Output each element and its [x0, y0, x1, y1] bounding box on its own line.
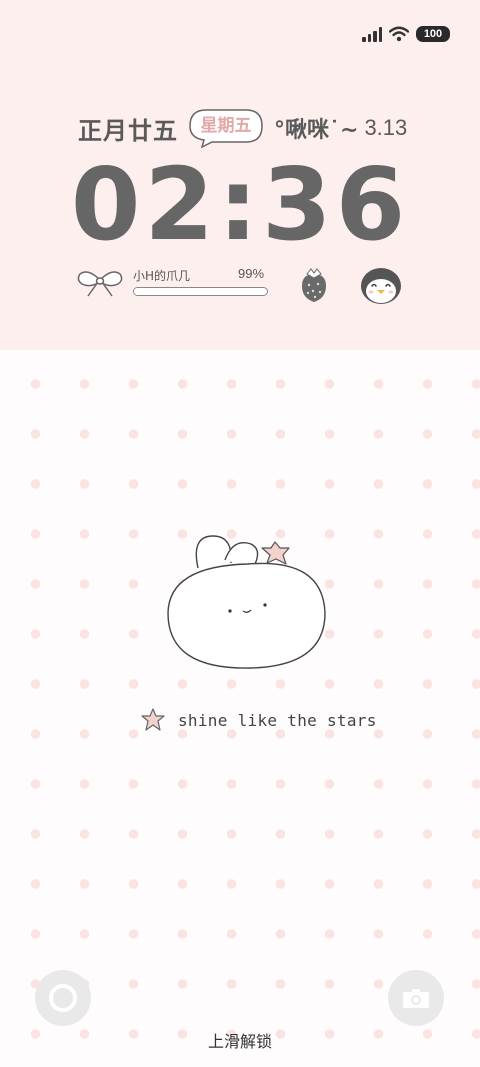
status-bar: 100 — [362, 25, 450, 43]
camera-shortcut-button[interactable] — [388, 970, 444, 1026]
tagline-text: shine like the stars — [178, 710, 377, 730]
weekday-label: 星期五 — [200, 116, 252, 136]
clock-time: 02:36 — [70, 146, 410, 263]
date-row: 正月廿五 星期五 °啾咪˙~ 3.13 — [78, 108, 407, 148]
strawberry-icon[interactable] — [298, 266, 330, 304]
battery-level: 100 — [423, 28, 443, 40]
tagline-row: shine like the stars — [140, 706, 377, 734]
battery-widget-percent: 99% — [238, 266, 265, 281]
bow-icon — [77, 271, 123, 297]
weekday-bubble: 星期五 — [188, 108, 264, 148]
battery-progress-bar — [133, 287, 268, 296]
battery-progress-fill — [134, 288, 266, 295]
greeting-text: °啾咪˙~ — [274, 118, 359, 143]
unlock-hint[interactable]: 上滑解锁 — [0, 1028, 480, 1052]
wifi-icon — [389, 26, 409, 42]
camera-icon — [403, 989, 429, 1008]
date-text: 3.13 — [364, 115, 408, 140]
circle-icon — [49, 984, 77, 1012]
penguin-icon[interactable] — [359, 264, 403, 306]
flashlight-shortcut-button[interactable] — [35, 970, 91, 1026]
bunny-illustration — [167, 535, 326, 669]
battery-widget-label: 小H的爪几 — [133, 269, 191, 283]
lunar-date: 正月廿五 — [78, 116, 178, 145]
signal-icon — [362, 26, 382, 42]
battery-icon: 100 — [416, 26, 450, 42]
widget-row: 小H的爪几 99% — [76, 262, 416, 312]
star-icon — [141, 708, 165, 731]
